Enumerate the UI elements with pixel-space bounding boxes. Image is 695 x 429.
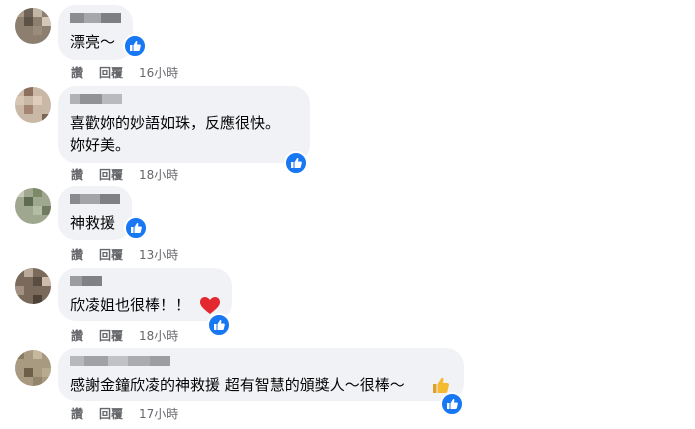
comment-text: 喜歡妳的妙語如珠，反應很快。 妳好美。	[70, 114, 281, 154]
avatar[interactable]	[15, 87, 51, 123]
comment-bubble: 喜歡妳的妙語如珠，反應很快。 妳好美。	[58, 86, 310, 163]
timestamp[interactable]: 18小時	[139, 166, 178, 183]
author-name-blurred[interactable]	[70, 356, 452, 366]
like-action[interactable]: 讚	[71, 64, 83, 81]
timestamp[interactable]: 16小時	[139, 64, 178, 81]
like-action[interactable]: 讚	[71, 405, 83, 422]
comment-bubble: 感謝金鐘欣凌的神救援 超有智慧的頒獎人～很棒～	[58, 348, 464, 401]
reply-action[interactable]: 回覆	[99, 166, 123, 183]
reply-action[interactable]: 回覆	[99, 64, 123, 81]
like-reaction-icon[interactable]	[124, 216, 148, 240]
comment-actions: 讚 回覆 13小時	[71, 246, 178, 263]
timestamp[interactable]: 18小時	[139, 327, 178, 344]
like-reaction-icon[interactable]	[440, 392, 464, 416]
comment-bubble: 神救援	[58, 186, 132, 240]
like-reaction-icon[interactable]	[123, 34, 147, 58]
like-action[interactable]: 讚	[71, 246, 83, 263]
reply-action[interactable]: 回覆	[99, 327, 123, 344]
avatar[interactable]	[15, 268, 51, 304]
author-name-blurred[interactable]	[70, 194, 120, 204]
avatar[interactable]	[15, 188, 51, 224]
reply-action[interactable]: 回覆	[99, 246, 123, 263]
like-reaction-icon[interactable]	[207, 313, 231, 337]
thumbs-up-emoji-icon	[433, 377, 449, 393]
comment-actions: 讚 回覆 18小時	[71, 327, 178, 344]
author-name-blurred[interactable]	[70, 276, 220, 286]
comment-actions: 讚 回覆 17小時	[71, 405, 178, 422]
reply-action[interactable]: 回覆	[99, 405, 123, 422]
like-action[interactable]: 讚	[71, 327, 83, 344]
timestamp[interactable]: 13小時	[139, 246, 178, 263]
comment-actions: 讚 回覆 16小時	[71, 64, 178, 81]
like-reaction-icon[interactable]	[284, 151, 308, 175]
author-name-blurred[interactable]	[70, 94, 298, 104]
comment-text: 漂亮～	[70, 33, 116, 51]
comment-actions: 讚 回覆 18小時	[71, 166, 178, 183]
comment-text: 欣凌姐也很棒！！	[70, 296, 191, 314]
timestamp[interactable]: 17小時	[139, 405, 178, 422]
avatar[interactable]	[15, 350, 51, 386]
like-action[interactable]: 讚	[71, 166, 83, 183]
author-name-blurred[interactable]	[70, 13, 121, 23]
avatar[interactable]	[15, 8, 51, 44]
comment-text: 感謝金鐘欣凌的神救援 超有智慧的頒獎人～很棒～	[70, 376, 405, 394]
comment-text: 神救援	[70, 214, 116, 232]
comment-bubble: 漂亮～	[58, 5, 133, 60]
